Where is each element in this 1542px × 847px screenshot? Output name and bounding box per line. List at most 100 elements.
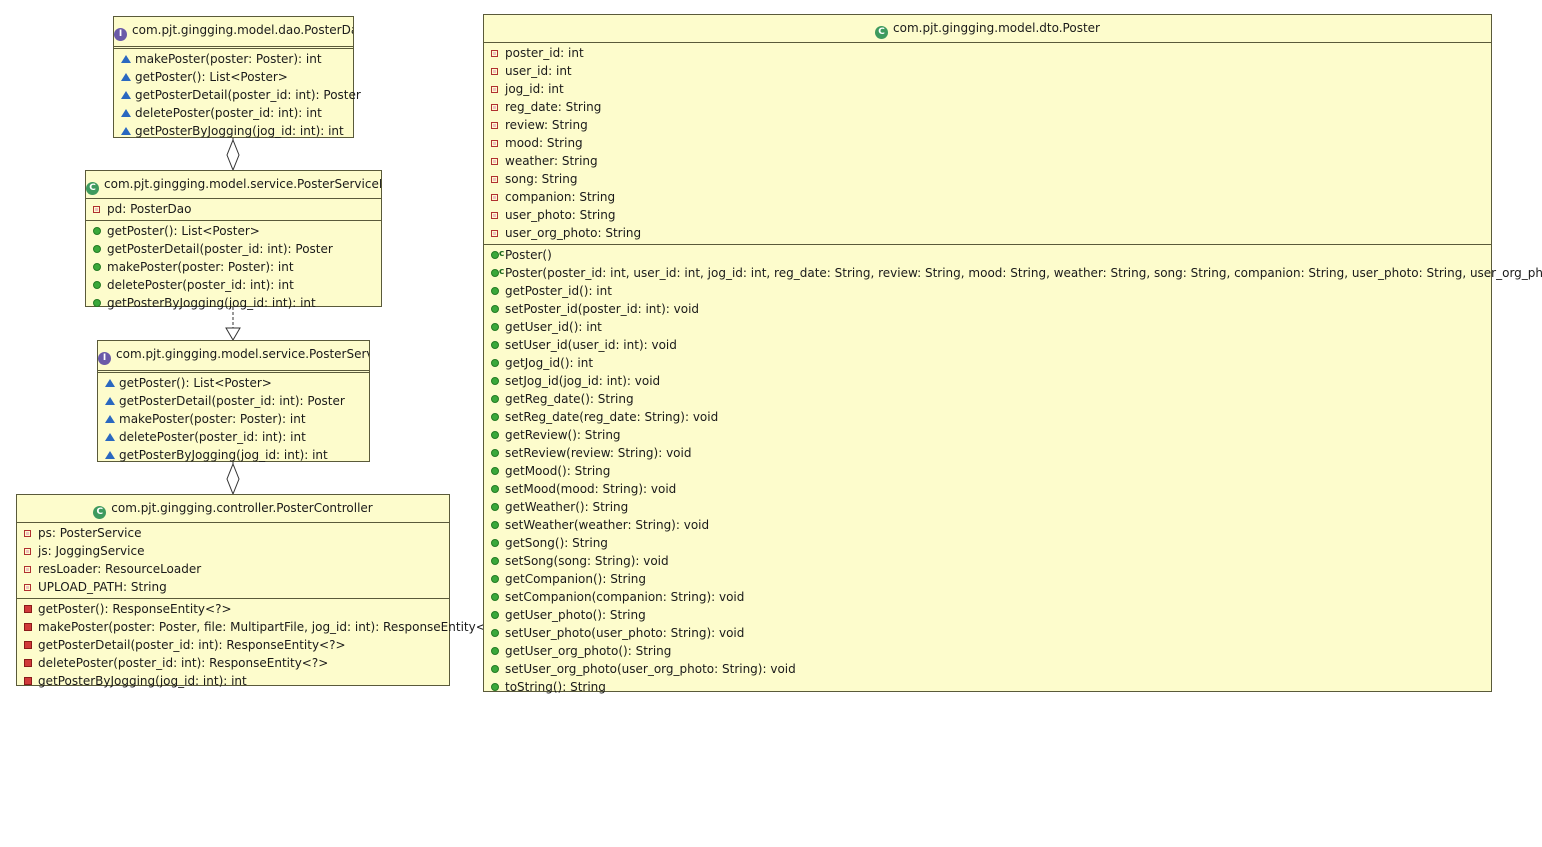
method-row[interactable]: setReg_date(reg_date: String): void bbox=[484, 408, 1491, 426]
method-row[interactable]: setSong(song: String): void bbox=[484, 552, 1491, 570]
method-row[interactable]: setWeather(weather: String): void bbox=[484, 516, 1491, 534]
public-method-icon bbox=[491, 305, 499, 313]
method-row[interactable]: setMood(mood: String): void bbox=[484, 480, 1491, 498]
field-row[interactable]: js: JoggingService bbox=[17, 542, 449, 560]
poster-dto-box[interactable]: Ccom.pjt.gingging.model.dto.Poster poste… bbox=[483, 14, 1542, 694]
method-row[interactable]: getSong(): String bbox=[484, 534, 1491, 552]
field-row[interactable]: companion: String bbox=[484, 188, 1491, 206]
field-row[interactable]: user_org_photo: String bbox=[484, 224, 1491, 242]
field-row[interactable]: user_id: int bbox=[484, 62, 1491, 80]
interface-icon: I bbox=[114, 28, 127, 41]
method-row[interactable]: getPosterDetail(poster_id: int): Respons… bbox=[17, 636, 449, 654]
method-row[interactable]: getPoster_id(): int bbox=[484, 282, 1491, 300]
method-row[interactable]: makePoster(poster: Poster, file: Multipa… bbox=[17, 618, 502, 636]
private-method-icon bbox=[24, 605, 32, 613]
field-row[interactable]: song: String bbox=[484, 170, 1491, 188]
poster-service-impl-methods: getPoster(): List<Poster> getPosterDetai… bbox=[86, 221, 381, 314]
public-method-icon bbox=[491, 467, 499, 475]
method-row[interactable]: setCompanion(companion: String): void bbox=[484, 588, 1491, 606]
method-row[interactable]: getReg_date(): String bbox=[484, 390, 1491, 408]
public-method-icon bbox=[491, 395, 499, 403]
field-row[interactable]: pd: PosterDao bbox=[86, 200, 381, 218]
method-row[interactable]: getPoster(): List<Poster> bbox=[98, 374, 369, 392]
poster-controller-header: Ccom.pjt.gingging.controller.PosterContr… bbox=[17, 495, 449, 523]
method-row[interactable]: getWeather(): String bbox=[484, 498, 1491, 516]
field-row[interactable]: resLoader: ResourceLoader bbox=[17, 560, 449, 578]
method-row[interactable]: setReview(review: String): void bbox=[484, 444, 1491, 462]
field-row[interactable]: weather: String bbox=[484, 152, 1491, 170]
abstract-method-icon bbox=[121, 73, 131, 81]
method-row[interactable]: makePoster(poster: Poster): int bbox=[114, 50, 353, 68]
method-row[interactable]: toString(): String bbox=[484, 678, 1491, 696]
method-row[interactable]: getUser_org_photo(): String bbox=[484, 642, 1491, 660]
private-method-icon bbox=[24, 677, 32, 685]
method-row[interactable]: getUser_photo(): String bbox=[484, 606, 1491, 624]
public-method-icon bbox=[491, 413, 499, 421]
method-row[interactable]: getPoster(): List<Poster> bbox=[86, 222, 381, 240]
poster-service-box[interactable]: Icom.pjt.gingging.model.service.PosterSe… bbox=[97, 340, 370, 462]
method-row[interactable]: getPosterByJogging(jog_id: int): int bbox=[114, 122, 353, 140]
method-row[interactable]: getPoster(): List<Poster> bbox=[114, 68, 353, 86]
poster-service-impl-box[interactable]: Ccom.pjt.gingging.model.service.PosterSe… bbox=[85, 170, 382, 310]
method-row[interactable]: setPoster_id(poster_id: int): void bbox=[484, 300, 1491, 318]
method-row[interactable]: getPosterDetail(poster_id: int): Poster bbox=[114, 86, 361, 104]
field-row[interactable]: ps: PosterService bbox=[17, 524, 449, 542]
method-row[interactable]: getPosterDetail(poster_id: int): Poster bbox=[86, 240, 381, 258]
private-field-icon bbox=[24, 548, 31, 555]
public-method-icon bbox=[491, 359, 499, 367]
method-row[interactable]: getPosterByJogging(jog_id: int): int bbox=[86, 294, 381, 312]
public-method-icon bbox=[491, 341, 499, 349]
method-row[interactable]: getPoster(): ResponseEntity<?> bbox=[17, 600, 449, 618]
method-row[interactable]: getJog_id(): int bbox=[484, 354, 1491, 372]
public-method-icon bbox=[93, 245, 101, 253]
private-field-icon bbox=[491, 194, 498, 201]
constructor-row[interactable]: Poster(poster_id: int, user_id: int, jog… bbox=[484, 263, 1542, 282]
method-row[interactable]: setUser_org_photo(user_org_photo: String… bbox=[484, 660, 1491, 678]
method-row[interactable]: deletePoster(poster_id: int): int bbox=[114, 104, 353, 122]
field-row[interactable]: poster_id: int bbox=[484, 44, 1491, 62]
method-row[interactable]: getPosterDetail(poster_id: int): Poster bbox=[98, 392, 369, 410]
public-method-icon bbox=[491, 665, 499, 673]
private-field-icon bbox=[491, 176, 498, 183]
method-row[interactable]: getPosterByJogging(jog_id: int): int bbox=[17, 672, 449, 690]
method-row[interactable]: deletePoster(poster_id: int): int bbox=[98, 428, 369, 446]
method-row[interactable]: deletePoster(poster_id: int): int bbox=[86, 276, 381, 294]
field-row[interactable]: user_photo: String bbox=[484, 206, 1491, 224]
method-row[interactable]: getUser_id(): int bbox=[484, 318, 1491, 336]
poster-controller-methods: getPoster(): ResponseEntity<?> makePoste… bbox=[17, 599, 502, 692]
public-method-icon bbox=[491, 287, 499, 295]
method-row[interactable]: getPosterByJogging(jog_id: int): int bbox=[98, 446, 369, 464]
poster-dao-name: com.pjt.gingging.model.dao.PosterDao bbox=[132, 23, 353, 37]
constructor-row[interactable]: Poster() bbox=[484, 245, 1491, 264]
field-row[interactable]: reg_date: String bbox=[484, 98, 1491, 116]
abstract-method-icon bbox=[121, 55, 131, 63]
abstract-method-icon bbox=[105, 397, 115, 405]
poster-dto-fields: poster_id: int user_id: int jog_id: int reg… bbox=[484, 43, 1491, 245]
private-field-icon bbox=[491, 50, 498, 57]
public-method-icon bbox=[491, 629, 499, 637]
method-row[interactable]: setJog_id(jog_id: int): void bbox=[484, 372, 1491, 390]
abstract-method-icon bbox=[105, 379, 115, 387]
field-row[interactable]: jog_id: int bbox=[484, 80, 1491, 98]
private-method-icon bbox=[24, 641, 32, 649]
poster-dao-header: Icom.pjt.gingging.model.dao.PosterDao bbox=[114, 17, 353, 49]
field-row[interactable]: review: String bbox=[484, 116, 1491, 134]
method-row[interactable]: getReview(): String bbox=[484, 426, 1491, 444]
public-method-icon bbox=[93, 299, 101, 307]
class-icon: C bbox=[93, 506, 107, 519]
method-row[interactable]: deletePoster(poster_id: int): ResponseEn… bbox=[17, 654, 449, 672]
field-row[interactable]: mood: String bbox=[484, 134, 1491, 152]
class-icon: C bbox=[86, 182, 99, 195]
method-row[interactable]: makePoster(poster: Poster): int bbox=[98, 410, 369, 428]
private-field-icon bbox=[491, 68, 498, 75]
public-method-icon bbox=[491, 557, 499, 565]
method-row[interactable]: makePoster(poster: Poster): int bbox=[86, 258, 381, 276]
method-row[interactable]: getMood(): String bbox=[484, 462, 1491, 480]
field-row[interactable]: UPLOAD_PATH: String bbox=[17, 578, 449, 596]
method-row[interactable]: getCompanion(): String bbox=[484, 570, 1491, 588]
poster-dao-box[interactable]: Icom.pjt.gingging.model.dao.PosterDao ma… bbox=[113, 16, 361, 140]
method-row[interactable]: setUser_photo(user_photo: String): void bbox=[484, 624, 1491, 642]
poster-controller-box[interactable]: Ccom.pjt.gingging.controller.PosterContr… bbox=[16, 494, 502, 688]
abstract-method-icon bbox=[121, 91, 131, 99]
method-row[interactable]: setUser_id(user_id: int): void bbox=[484, 336, 1491, 354]
